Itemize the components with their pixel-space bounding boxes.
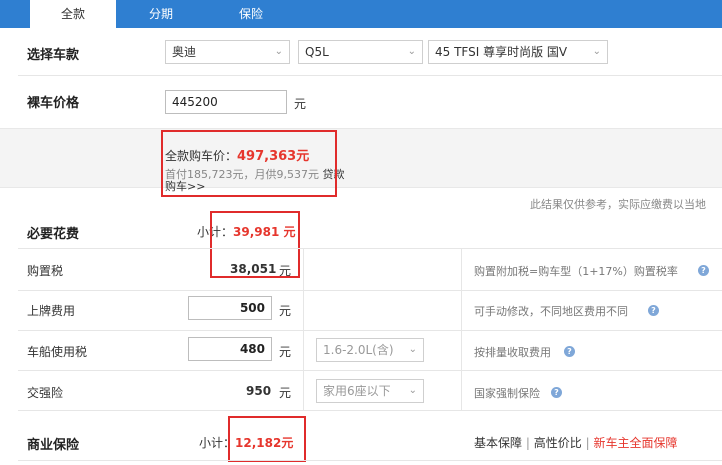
- model-select-value: Q5L: [305, 45, 329, 59]
- vehicle-tax-input[interactable]: [188, 337, 272, 361]
- model-select[interactable]: Q5L ⌄: [298, 40, 423, 64]
- help-icon[interactable]: ?: [551, 387, 562, 398]
- row-divider: [18, 370, 722, 371]
- tab-full-payment[interactable]: 全款: [30, 0, 116, 28]
- purchase-tax-unit: 元: [279, 264, 292, 278]
- required-costs-label: 必要花费: [27, 227, 80, 242]
- column-divider: [461, 248, 462, 410]
- purchase-tax-hint: 购置附加税=购车型（1+17%）购置税率: [474, 265, 678, 278]
- column-divider: [303, 248, 304, 410]
- table-row-label: 车船使用税: [27, 345, 88, 359]
- vehicle-tax-hint: 按排量收取费用: [474, 346, 551, 359]
- annotation-box: [161, 130, 337, 197]
- help-icon[interactable]: ?: [648, 305, 659, 316]
- chevron-down-icon: ⌄: [407, 46, 416, 57]
- separator: |: [525, 436, 530, 450]
- divider: [18, 460, 722, 461]
- compulsory-insurance-value: 950: [246, 384, 272, 398]
- bare-price-unit: 元: [294, 97, 307, 111]
- chevron-down-icon: ⌄: [592, 46, 601, 57]
- brand-select-value: 奥迪: [172, 45, 197, 59]
- trim-select-value: 45 TFSI 尊享时尚版 国V: [435, 45, 568, 59]
- table-row-label: 购置税: [27, 264, 64, 278]
- help-icon[interactable]: ?: [564, 346, 575, 357]
- plan-value-link[interactable]: 高性价比: [534, 436, 582, 450]
- compulsory-insurance-hint: 国家强制保险: [474, 387, 540, 400]
- chevron-down-icon: ⌄: [408, 344, 417, 355]
- tab-installment[interactable]: 分期: [116, 0, 206, 28]
- tab-insurance[interactable]: 保险: [206, 0, 296, 28]
- displacement-select[interactable]: 1.6-2.0L(含) ⌄: [316, 338, 424, 362]
- seats-select-value: 家用6座以下: [323, 384, 391, 398]
- license-fee-hint: 可手动修改，不同地区费用不同: [474, 305, 628, 318]
- plan-full-link[interactable]: 新车主全面保障: [593, 436, 677, 450]
- table-row-label: 上牌费用: [27, 304, 76, 318]
- purchase-tax-value: 38,051: [230, 262, 277, 276]
- trim-select[interactable]: 45 TFSI 尊享时尚版 国V ⌄: [428, 40, 608, 64]
- plan-basic-link[interactable]: 基本保障: [474, 436, 522, 450]
- separator: |: [585, 436, 590, 450]
- seats-select[interactable]: 家用6座以下 ⌄: [316, 379, 424, 403]
- compulsory-insurance-unit: 元: [279, 386, 292, 400]
- select-car-label: 选择车款: [27, 48, 80, 63]
- license-fee-unit: 元: [279, 304, 292, 318]
- bare-price-label: 裸车价格: [27, 96, 80, 111]
- tab-bar: 全款 分期 保险: [0, 0, 722, 28]
- row-divider: [18, 290, 722, 291]
- divider: [18, 75, 722, 76]
- disclaimer-text: 此结果仅供参考，实际应缴费以当地: [530, 198, 706, 211]
- chevron-down-icon: ⌄: [408, 385, 417, 396]
- bare-price-input[interactable]: [165, 90, 287, 114]
- license-fee-input[interactable]: [188, 296, 272, 320]
- brand-select[interactable]: 奥迪 ⌄: [165, 40, 290, 64]
- table-top-border: [18, 248, 722, 249]
- summary-panel: [0, 128, 722, 188]
- vehicle-tax-unit: 元: [279, 345, 292, 359]
- annotation-box: [228, 416, 306, 462]
- insurance-plan-options: 基本保障 | 高性价比 | 新车主全面保障: [474, 434, 677, 451]
- table-row-label: 交强险: [27, 386, 64, 400]
- chevron-down-icon: ⌄: [274, 46, 283, 57]
- displacement-select-value: 1.6-2.0L(含): [323, 343, 394, 357]
- help-icon[interactable]: ?: [698, 265, 709, 276]
- row-divider: [18, 410, 722, 411]
- commercial-insurance-label: 商业保险: [27, 438, 80, 453]
- row-divider: [18, 330, 722, 331]
